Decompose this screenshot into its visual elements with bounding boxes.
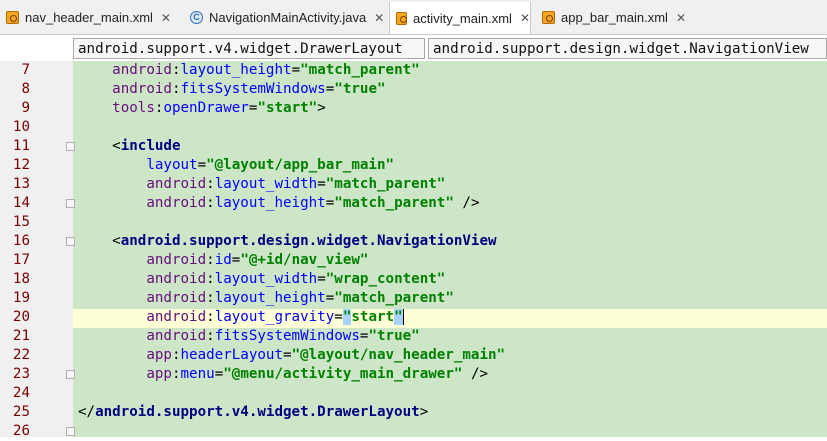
line-number: 16 xyxy=(12,233,30,249)
line-number: 20 xyxy=(12,309,30,325)
line-number: 11 xyxy=(12,138,30,154)
line-number: 19 xyxy=(12,290,30,306)
code-editor[interactable]: 7 android:layout_height="match_parent" 8 … xyxy=(0,61,827,439)
line-number: 7 xyxy=(21,62,30,78)
tab-label: NavigationMainActivity.java xyxy=(209,10,367,25)
code-text: android:layout_height="match_parent" xyxy=(112,62,420,78)
code-line[interactable]: 26 xyxy=(0,422,827,441)
code-line[interactable]: 10 xyxy=(0,118,827,137)
editor-tab-bar: nav_header_main.xml ✕ C NavigationMainAc… xyxy=(0,0,827,35)
tab-label: nav_header_main.xml xyxy=(25,10,153,25)
code-line[interactable]: 19 android:layout_height="match_parent" xyxy=(0,289,827,308)
code-text: android:id="@+id/nav_view" xyxy=(146,252,369,268)
fold-marker-icon[interactable] xyxy=(66,370,75,379)
code-line[interactable]: 13 android:layout_width="match_parent" xyxy=(0,175,827,194)
fold-marker-icon[interactable] xyxy=(66,199,75,208)
code-line[interactable]: 9 tools:openDrawer="start"> xyxy=(0,99,827,118)
breadcrumb-drawer-layout[interactable]: android.support.v4.widget.DrawerLayout xyxy=(73,38,425,59)
code-text: android:fitsSystemWindows="true" xyxy=(112,81,386,97)
code-text: android:fitsSystemWindows="true" xyxy=(146,328,420,344)
code-line[interactable]: 14 android:layout_height="match_parent" … xyxy=(0,194,827,213)
code-line[interactable]: 12 layout="@layout/app_bar_main" xyxy=(0,156,827,175)
line-number: 18 xyxy=(12,271,30,287)
code-text: </android.support.v4.widget.DrawerLayout… xyxy=(78,404,429,420)
xml-file-icon xyxy=(6,11,19,24)
close-icon[interactable]: ✕ xyxy=(161,11,171,25)
line-number: 17 xyxy=(12,252,30,268)
line-number: 9 xyxy=(21,100,30,116)
code-line[interactable]: 18 android:layout_width="wrap_content" xyxy=(0,270,827,289)
code-line[interactable]: 22 app:headerLayout="@layout/nav_header_… xyxy=(0,346,827,365)
code-text: android:layout_width="wrap_content" xyxy=(146,271,446,287)
code-line[interactable]: 8 android:fitsSystemWindows="true" xyxy=(0,80,827,99)
code-line[interactable]: 20 android:layout_gravity="start" xyxy=(0,308,827,327)
line-number: 15 xyxy=(12,214,30,230)
line-number: 25 xyxy=(12,404,30,420)
code-line[interactable]: 7 android:layout_height="match_parent" xyxy=(0,61,827,80)
code-text: layout="@layout/app_bar_main" xyxy=(146,157,395,173)
tab-nav-header-main[interactable]: nav_header_main.xml ✕ xyxy=(0,2,178,33)
breadcrumb-navigation-view[interactable]: android.support.design.widget.Navigation… xyxy=(428,38,827,59)
tab-activity-main[interactable]: activity_main.xml ✕ xyxy=(389,2,531,34)
code-text: app:headerLayout="@layout/nav_header_mai… xyxy=(146,347,506,363)
code-line[interactable]: 15 xyxy=(0,213,827,232)
xml-file-icon xyxy=(542,11,555,24)
line-number: 23 xyxy=(12,366,30,382)
code-text: android:layout_width="match_parent" xyxy=(146,176,446,192)
line-number: 12 xyxy=(12,157,30,173)
line-number: 8 xyxy=(21,81,30,97)
line-number: 13 xyxy=(12,176,30,192)
code-line[interactable]: 25 </android.support.v4.widget.DrawerLayo… xyxy=(0,403,827,422)
fold-marker-icon[interactable] xyxy=(66,237,75,246)
code-line[interactable]: 24 xyxy=(0,384,827,403)
close-icon[interactable]: ✕ xyxy=(374,11,384,25)
line-number: 10 xyxy=(12,119,30,135)
code-line[interactable]: 23 app:menu="@menu/activity_main_drawer"… xyxy=(0,365,827,384)
fold-marker-icon[interactable] xyxy=(66,142,75,151)
tab-app-bar-main[interactable]: app_bar_main.xml ✕ xyxy=(536,2,686,33)
code-line[interactable]: 21 android:fitsSystemWindows="true" xyxy=(0,327,827,346)
code-text: tools:openDrawer="start"> xyxy=(112,100,326,116)
line-number: 14 xyxy=(12,195,30,211)
tab-label: app_bar_main.xml xyxy=(560,10,668,25)
line-number: 26 xyxy=(12,423,30,439)
line-number: 22 xyxy=(12,347,30,363)
line-number: 21 xyxy=(12,328,30,344)
close-icon[interactable]: ✕ xyxy=(676,11,686,25)
code-line[interactable]: 16 <android.support.design.widget.Naviga… xyxy=(0,232,827,251)
line-number: 24 xyxy=(12,385,30,401)
code-text: <android.support.design.widget.Navigatio… xyxy=(112,233,497,249)
code-text: android:layout_height="match_parent" /> xyxy=(146,195,480,211)
breadcrumb: android.support.v4.widget.DrawerLayout a… xyxy=(0,35,827,61)
code-line[interactable]: 17 android:id="@+id/nav_view" xyxy=(0,251,827,270)
xml-file-icon xyxy=(396,11,407,25)
code-text: <include xyxy=(112,138,181,154)
java-class-icon: C xyxy=(190,11,203,24)
close-icon[interactable]: ✕ xyxy=(520,11,530,25)
code-text: android:layout_gravity="start" xyxy=(146,309,404,325)
code-text: android:layout_height="match_parent" xyxy=(146,290,454,306)
tab-navigation-main-activity[interactable]: C NavigationMainActivity.java ✕ xyxy=(184,2,387,33)
code-text: app:menu="@menu/activity_main_drawer" /> xyxy=(146,366,489,382)
tab-label: activity_main.xml xyxy=(412,10,512,26)
fold-marker-icon[interactable] xyxy=(66,427,75,436)
code-line[interactable]: 11 <include xyxy=(0,137,827,156)
